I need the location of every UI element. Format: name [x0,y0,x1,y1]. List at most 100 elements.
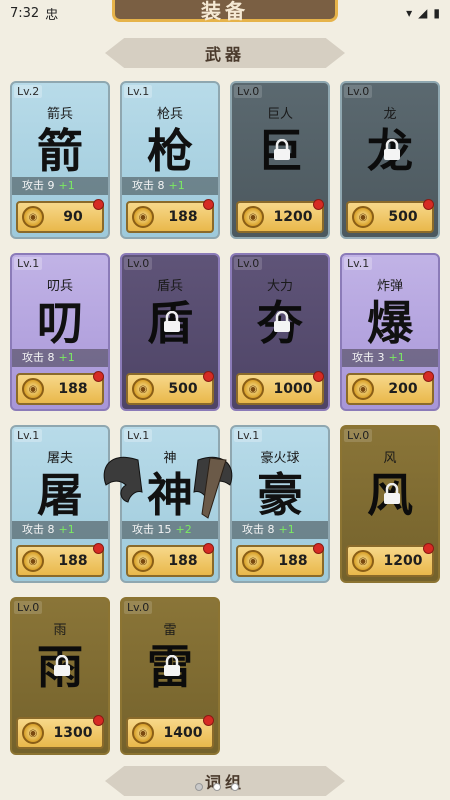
weapon-card[interactable]: Lv.0雨雨◉1300 [10,597,110,755]
coin-icon: ◉ [242,206,264,228]
notification-dot-icon [313,371,324,382]
card-level: Lv.0 [344,85,373,98]
coin-icon: ◉ [22,722,44,744]
battery-icon: ▮ [433,6,440,20]
card-level: Lv.1 [124,85,153,98]
notification-dot-icon [423,543,434,554]
weapon-card[interactable]: Lv.1 枪兵枪攻击 8 +1 ◉ 188 [120,81,220,239]
notification-dot-icon [93,715,104,726]
upgrade-price-button[interactable]: ◉ 1400 [126,715,214,749]
attack-value: 攻击 8 [132,179,165,192]
card-name: 雷 [163,623,177,638]
coin-icon: ◉ [132,722,154,744]
weapon-card[interactable]: Lv.1 神神攻击 15 +2 ◉ 188 [120,425,220,583]
attack-bonus: +1 [388,351,405,364]
lock-icon [384,483,400,504]
weapon-card[interactable]: Lv.1 豪火球豪攻击 8 +1 ◉ 188 [230,425,330,583]
card-glyph: 神 [147,468,193,522]
card-glyph: 爆 [367,296,413,350]
card-glyph: 枪 [147,124,193,178]
card-glyph: 叨 [37,296,83,350]
price-value: 200 [388,381,418,397]
card-name: 豪火球 [260,451,300,466]
price-value: 188 [168,209,198,225]
upgrade-price-button[interactable]: ◉ 90 [16,199,104,233]
card-name: 大力 [266,279,293,294]
page-dot[interactable] [231,783,239,791]
page-dot[interactable] [195,783,203,791]
lock-icon [164,655,180,676]
lock-icon [384,139,400,160]
coin-icon: ◉ [352,378,374,400]
price-value: 90 [63,209,83,225]
upgrade-price-button[interactable]: ◉ 500 [126,371,214,405]
card-glyph: 箭 [37,124,83,178]
weapon-card[interactable]: Lv.0雷雷◉1400 [120,597,220,755]
attack-bonus: +1 [278,523,295,536]
status-bar: 7:32 忠 ▾ ◢ ▮ [0,0,450,26]
notification-dot-icon [203,715,214,726]
attack-value: 攻击 8 [242,523,275,536]
card-attack-stat: 攻击 8 +1 [12,349,108,367]
card-level: Lv.1 [124,429,153,442]
card-glyph: 屠 [37,468,83,522]
lock-icon [54,655,70,676]
upgrade-price-button[interactable]: ◉ 200 [346,371,434,405]
card-name: 龙 [383,107,397,122]
notification-dot-icon [93,199,104,210]
weapon-card[interactable]: Lv.2 箭兵箭攻击 9 +1 ◉ 90 [10,81,110,239]
upgrade-price-button[interactable]: ◉ 188 [126,199,214,233]
section-header-words: 词组 [105,766,345,796]
card-name: 神 [163,451,177,466]
app-notification-icon: 忠 [45,7,59,23]
coin-icon: ◉ [242,550,264,572]
attack-bonus: +1 [168,179,185,192]
upgrade-price-button[interactable]: ◉ 188 [16,371,104,405]
card-level: Lv.0 [124,257,153,270]
price-value: 1300 [53,725,93,741]
card-attack-stat: 攻击 8 +1 [12,521,108,539]
price-value: 1000 [273,381,313,397]
upgrade-price-button[interactable]: ◉ 1200 [236,199,324,233]
card-level: Lv.2 [14,85,43,98]
upgrade-price-button[interactable]: ◉ 1300 [16,715,104,749]
card-attack-stat: 攻击 9 +1 [12,177,108,195]
card-attack-stat: 攻击 3 +1 [342,349,438,367]
upgrade-price-button[interactable]: ◉ 1200 [346,543,434,577]
weapon-card[interactable]: Lv.0盾兵盾◉500 [120,253,220,411]
upgrade-price-button[interactable]: ◉ 188 [126,543,214,577]
notification-dot-icon [313,543,324,554]
card-level: Lv.1 [14,429,43,442]
upgrade-price-button[interactable]: ◉ 188 [16,543,104,577]
notification-dot-icon [423,371,434,382]
page-dot[interactable] [213,783,221,791]
upgrade-price-button[interactable]: ◉ 500 [346,199,434,233]
attack-value: 攻击 15 [132,523,172,536]
weapon-card[interactable]: Lv.0巨人巨◉1200 [230,81,330,239]
notification-dot-icon [203,199,214,210]
upgrade-price-button[interactable]: ◉ 1000 [236,371,324,405]
weapon-card[interactable]: Lv.1 屠夫屠攻击 8 +1 ◉ 188 [10,425,110,583]
attack-bonus: +2 [175,523,192,536]
weapon-card[interactable]: Lv.0龙龙◉500 [340,81,440,239]
coin-icon: ◉ [132,378,154,400]
card-glyph: 豪 [257,468,303,522]
card-level: Lv.0 [234,257,263,270]
card-name: 雨 [53,623,67,638]
card-name: 屠夫 [46,451,73,466]
upgrade-price-button[interactable]: ◉ 188 [236,543,324,577]
weapon-card[interactable]: Lv.1 叨兵叨攻击 8 +1 ◉ 188 [10,253,110,411]
page-indicator [195,783,239,791]
signal-icon: ◢ [418,6,428,20]
card-attack-stat: 攻击 15 +2 [122,521,218,539]
card-name: 盾兵 [156,279,183,294]
notification-dot-icon [93,543,104,554]
attack-bonus: +1 [58,351,75,364]
weapon-card[interactable]: Lv.1 炸弹爆攻击 3 +1 ◉ 200 [340,253,440,411]
notification-dot-icon [93,371,104,382]
card-name: 风 [383,451,397,466]
weapon-card[interactable]: Lv.0大力夯◉1000 [230,253,330,411]
weapon-card[interactable]: Lv.0风风◉1200 [340,425,440,583]
card-level: Lv.0 [234,85,263,98]
coin-icon: ◉ [242,378,264,400]
